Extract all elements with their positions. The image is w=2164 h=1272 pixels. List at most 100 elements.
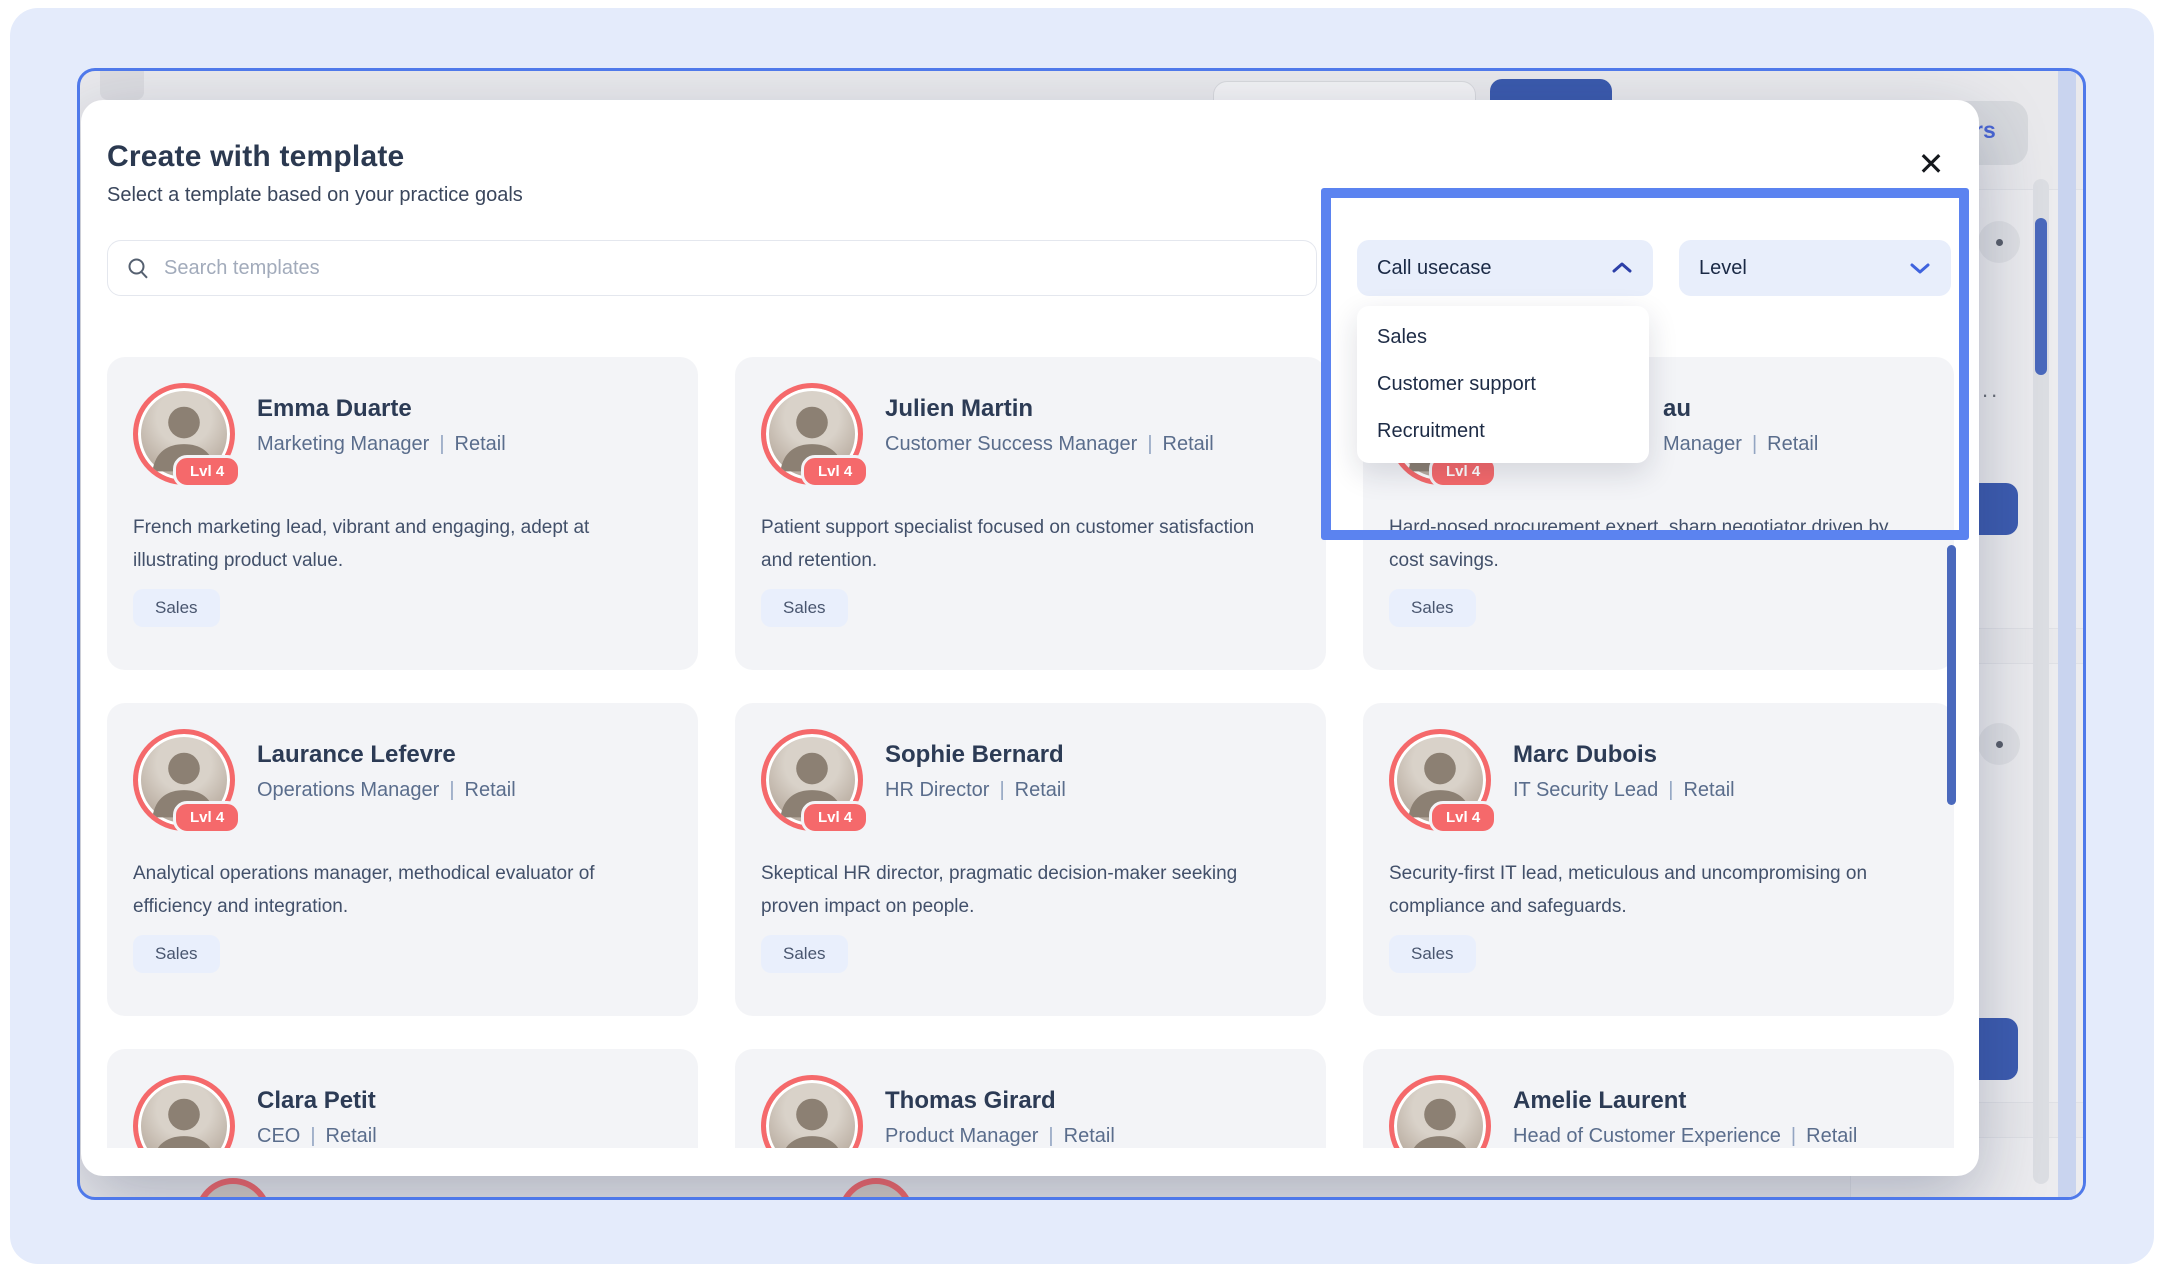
template-card[interactable]: Amelie Laurent Head of Customer Experien…	[1363, 1049, 1954, 1148]
template-grid-viewport: Lvl 4 Emma Duarte Marketing Manager | Reta…	[107, 357, 1959, 1148]
persona-name: Thomas Girard	[885, 1087, 1115, 1115]
role-title: Marketing Manager	[257, 433, 429, 455]
dropdown-option[interactable]: Customer support	[1357, 361, 1649, 408]
backdrop-scroll-strip	[2058, 71, 2076, 1200]
close-icon[interactable]: ✕	[1909, 142, 1953, 186]
avatar: Lvl 4	[133, 729, 235, 831]
pipe-separator: |	[449, 779, 454, 801]
card-header: Lvl 4 Marc Dubois IT Security Lead|Retai…	[1389, 729, 1928, 831]
dropdown-option[interactable]: Sales	[1357, 314, 1649, 361]
sector-label: Retail	[326, 1125, 377, 1147]
call-usecase-dropdown: SalesCustomer supportRecruitment	[1357, 306, 1649, 463]
pipe-separator: |	[1791, 1125, 1796, 1147]
chevron-down-icon	[1909, 261, 1931, 275]
call-usecase-label: Call usecase	[1377, 257, 1492, 280]
backdrop-avatar-placeholder	[1978, 221, 2020, 263]
template-card[interactable]: Clara Petit CEO | Retail	[107, 1049, 698, 1148]
modal-subtitle: Select a template based on your practice…	[107, 184, 523, 207]
role-title: HR Director	[885, 779, 989, 801]
persona-identity: Emma Duarte Marketing Manager|Retail	[257, 383, 506, 485]
level-filter[interactable]: Level	[1679, 240, 1951, 296]
persona-identity: au Manager|Retail	[1663, 383, 1818, 485]
persona-role: Manager|Retail	[1663, 433, 1818, 456]
persona-name: Julien Martin	[885, 395, 1214, 423]
search-input[interactable]	[164, 257, 1298, 280]
avatar-photo	[761, 1075, 863, 1148]
level-badge: Lvl 4	[173, 801, 241, 834]
call-usecase-filter[interactable]: Call usecase	[1357, 240, 1653, 296]
level-label: Level	[1699, 257, 1747, 280]
role-title: Operations Manager	[257, 779, 439, 801]
pipe-separator: |	[1048, 1125, 1053, 1147]
role-title: Product Manager	[885, 1125, 1038, 1147]
usecase-tag: Sales	[761, 589, 848, 627]
person-icon	[1394, 1080, 1486, 1148]
pipe-separator: |	[310, 1125, 315, 1147]
usecase-tag: Sales	[1389, 935, 1476, 973]
avatar-photo	[133, 1075, 235, 1148]
persona-identity: Sophie Bernard HR Director|Retail	[885, 729, 1066, 831]
role-title: Head of Customer Experience	[1513, 1125, 1781, 1147]
persona-role: IT Security Lead | Retail	[1513, 779, 1735, 802]
app-container: rs .. Create with template Select a temp…	[77, 68, 2086, 1200]
avatar: Lvl 4	[133, 383, 235, 485]
persona-name: au	[1663, 395, 1818, 423]
role-title: CEO	[257, 1125, 300, 1147]
template-card[interactable]: Lvl 4 Sophie Bernard HR Director|Retail …	[735, 703, 1326, 1016]
usecase-tag: Sales	[1389, 589, 1476, 627]
template-card[interactable]: Lvl 4 Emma Duarte Marketing Manager|Reta…	[107, 357, 698, 670]
persona-role: Customer Success Manager | Retail	[885, 433, 1214, 456]
pipe-separator: |	[1147, 433, 1152, 455]
role-title: Manager	[1663, 433, 1742, 455]
sector-label: Retail	[465, 779, 516, 801]
create-with-template-modal: Create with template Select a template b…	[81, 100, 1979, 1176]
modal-scrollbar-thumb[interactable]	[1947, 545, 1956, 805]
dropdown-option[interactable]: Recruitment	[1357, 408, 1649, 455]
sector-label: Retail	[1064, 1125, 1115, 1147]
backdrop-avatar-arc	[195, 1178, 271, 1200]
persona-role: CEO | Retail	[257, 1125, 377, 1148]
pipe-separator: |	[1668, 779, 1673, 801]
search-templates-field[interactable]	[107, 240, 1317, 296]
persona-name: Marc Dubois	[1513, 741, 1735, 769]
persona-role: Operations Manager | Retail	[257, 779, 516, 802]
persona-description: French marketing lead, vibrant and engag…	[133, 511, 653, 578]
backdrop-scrollbar-thumb[interactable]	[2035, 218, 2047, 375]
persona-name: Emma Duarte	[257, 395, 506, 423]
persona-name: Clara Petit	[257, 1087, 377, 1115]
card-header: Lvl 4 Emma Duarte Marketing Manager|Reta…	[133, 383, 672, 485]
level-badge: Lvl 4	[173, 455, 241, 488]
persona-identity: Amelie Laurent Head of Customer Experien…	[1513, 1075, 1857, 1148]
card-header: Amelie Laurent Head of Customer Experien…	[1389, 1075, 1928, 1148]
sector-label: Retail	[1683, 779, 1734, 801]
role-title: Customer Success Manager	[885, 433, 1137, 455]
template-card[interactable]: Lvl 4 Marc Dubois IT Security Lead|Retai…	[1363, 703, 1954, 1016]
pipe-separator: |	[999, 779, 1004, 801]
avatar	[1389, 1075, 1491, 1148]
sector-label: Retail	[1767, 433, 1818, 455]
pipe-separator: |	[439, 433, 444, 455]
template-card[interactable]: Lvl 4 Laurance Lefevre Operations Manage…	[107, 703, 698, 1016]
persona-description: Security-first IT lead, meticulous and u…	[1389, 857, 1909, 924]
sector-label: Retail	[1163, 433, 1214, 455]
template-card[interactable]: Thomas Girard Product Manager | Retail	[735, 1049, 1326, 1148]
avatar: Lvl 4	[761, 729, 863, 831]
persona-identity: Julien Martin Customer Success Manager | R…	[885, 383, 1214, 485]
backdrop-avatar-placeholder	[1978, 723, 2020, 765]
card-header: Lvl 4 Laurance Lefevre Operations Manage…	[133, 729, 672, 831]
avatar-photo	[1389, 1075, 1491, 1148]
avatar	[133, 1075, 235, 1148]
card-header: Lvl 4 Sophie Bernard HR Director|Retail	[761, 729, 1300, 831]
card-header: Thomas Girard Product Manager | Retail	[761, 1075, 1300, 1148]
persona-identity: Laurance Lefevre Operations Manager | Reta…	[257, 729, 516, 831]
persona-role: HR Director|Retail	[885, 779, 1066, 802]
template-card[interactable]: Lvl 4 Julien Martin Customer Success Man…	[735, 357, 1326, 670]
template-grid: Lvl 4 Emma Duarte Marketing Manager | Reta…	[107, 357, 1959, 1148]
role-title: IT Security Lead	[1513, 779, 1658, 801]
person-icon	[766, 1080, 858, 1148]
persona-description: Skeptical HR director, pragmatic decisio…	[761, 857, 1281, 924]
level-badge: Lvl 4	[801, 801, 869, 834]
usecase-tag: Sales	[133, 935, 220, 973]
persona-role: Head of Customer Experience|Retail	[1513, 1125, 1857, 1148]
persona-name: Laurance Lefevre	[257, 741, 516, 769]
